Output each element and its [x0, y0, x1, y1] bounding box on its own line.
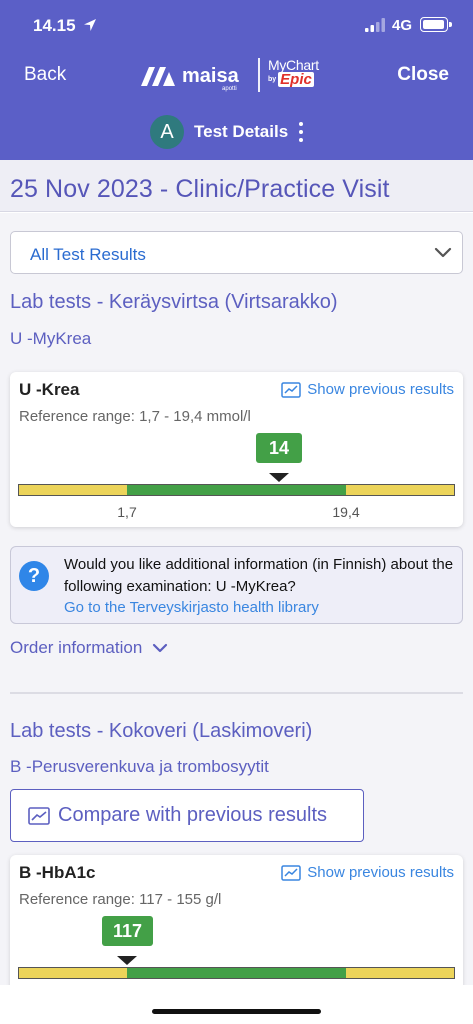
battery-icon	[420, 17, 452, 32]
range-normal-segment	[127, 485, 346, 495]
home-indicator[interactable]	[152, 1009, 321, 1014]
section-subtitle: B -Perusverenkuva ja trombosyytit	[10, 757, 269, 776]
result-name: U -Krea	[19, 380, 80, 399]
line-chart-icon	[281, 864, 302, 881]
chevron-down-icon	[153, 643, 168, 653]
context-bar[interactable]: A Test Details	[150, 114, 304, 150]
maisa-logo: maisa apotti	[139, 59, 239, 93]
results-filter-select[interactable]: All Test Results	[10, 231, 463, 274]
section-title: Lab tests - Keräysvirtsa (Virtsarakko)	[10, 291, 338, 313]
context-title: Test Details	[194, 122, 289, 141]
epic-by-text: by	[268, 76, 277, 83]
order-information-label: Order information	[10, 638, 143, 657]
value-pointer-icon	[269, 473, 289, 482]
avatar[interactable]: A	[150, 115, 184, 149]
section-divider	[10, 692, 463, 694]
range-normal-segment	[127, 968, 346, 978]
result-value-badge: 117	[102, 916, 153, 946]
maisa-logo-subtext: apotti	[222, 86, 237, 92]
show-previous-results-label: Show previous results	[307, 381, 454, 398]
section-subtitle: U -MyKrea	[10, 329, 92, 348]
health-library-info: ? Would you like additional information …	[10, 546, 463, 624]
result-name: B -HbA1c	[19, 863, 96, 882]
show-previous-results-label: Show previous results	[307, 864, 454, 881]
page-title: 25 Nov 2023 - Clinic/Practice Visit	[10, 175, 390, 203]
back-button[interactable]: Back	[24, 64, 66, 86]
more-menu-icon[interactable]	[298, 122, 304, 142]
close-button[interactable]: Close	[397, 64, 449, 86]
line-chart-icon	[28, 806, 50, 825]
value-pointer-icon	[117, 956, 137, 965]
location-arrow-icon	[84, 19, 96, 31]
bottom-safe-area	[0, 985, 473, 1024]
health-library-link[interactable]: Go to the Terveyskirjasto health library	[64, 599, 319, 616]
compare-previous-results-button[interactable]: Compare with previous results	[10, 789, 364, 842]
result-card: U -Krea Show previous results Reference …	[10, 372, 463, 527]
status-time: 14.15	[33, 16, 76, 35]
range-above-segment	[346, 968, 454, 978]
range-high-label: 19,4	[332, 504, 360, 520]
app-header: 14.15 4G Back maisa apotti MyChart by Ep…	[0, 0, 473, 160]
show-previous-results-link[interactable]: Show previous results	[281, 381, 454, 398]
epic-logo-text: Epic	[278, 71, 314, 88]
reference-range-bar	[18, 484, 455, 496]
show-previous-results-link[interactable]: Show previous results	[281, 864, 454, 881]
filter-selected-value: All Test Results	[30, 245, 146, 264]
line-chart-icon	[281, 381, 302, 398]
reference-range: Reference range: 117 - 155 g/l	[19, 891, 222, 908]
network-type: 4G	[392, 17, 413, 34]
range-low-label: 1,7	[117, 504, 137, 520]
mychart-logo: MyChart by Epic	[268, 57, 330, 93]
range-below-segment	[19, 485, 127, 495]
compare-button-label: Compare with previous results	[58, 804, 327, 826]
section-title: Lab tests - Kokoveri (Laskimoveri)	[10, 720, 313, 742]
reference-range-bar	[18, 967, 455, 979]
status-bar: 14.15 4G	[0, 0, 473, 52]
cellular-signal-icon	[365, 18, 385, 32]
info-text: Would you like additional information (i…	[64, 556, 454, 595]
range-below-segment	[19, 968, 127, 978]
result-value-badge: 14	[256, 433, 302, 463]
maisa-mark-icon	[141, 67, 175, 86]
help-question-icon: ?	[19, 561, 49, 591]
logo-divider	[258, 58, 260, 92]
range-above-segment	[346, 485, 454, 495]
order-information-toggle[interactable]: Order information	[10, 638, 168, 658]
reference-range: Reference range: 1,7 - 19,4 mmol/l	[19, 408, 251, 425]
chevron-down-icon	[434, 247, 452, 258]
maisa-logo-text: maisa	[182, 65, 239, 87]
